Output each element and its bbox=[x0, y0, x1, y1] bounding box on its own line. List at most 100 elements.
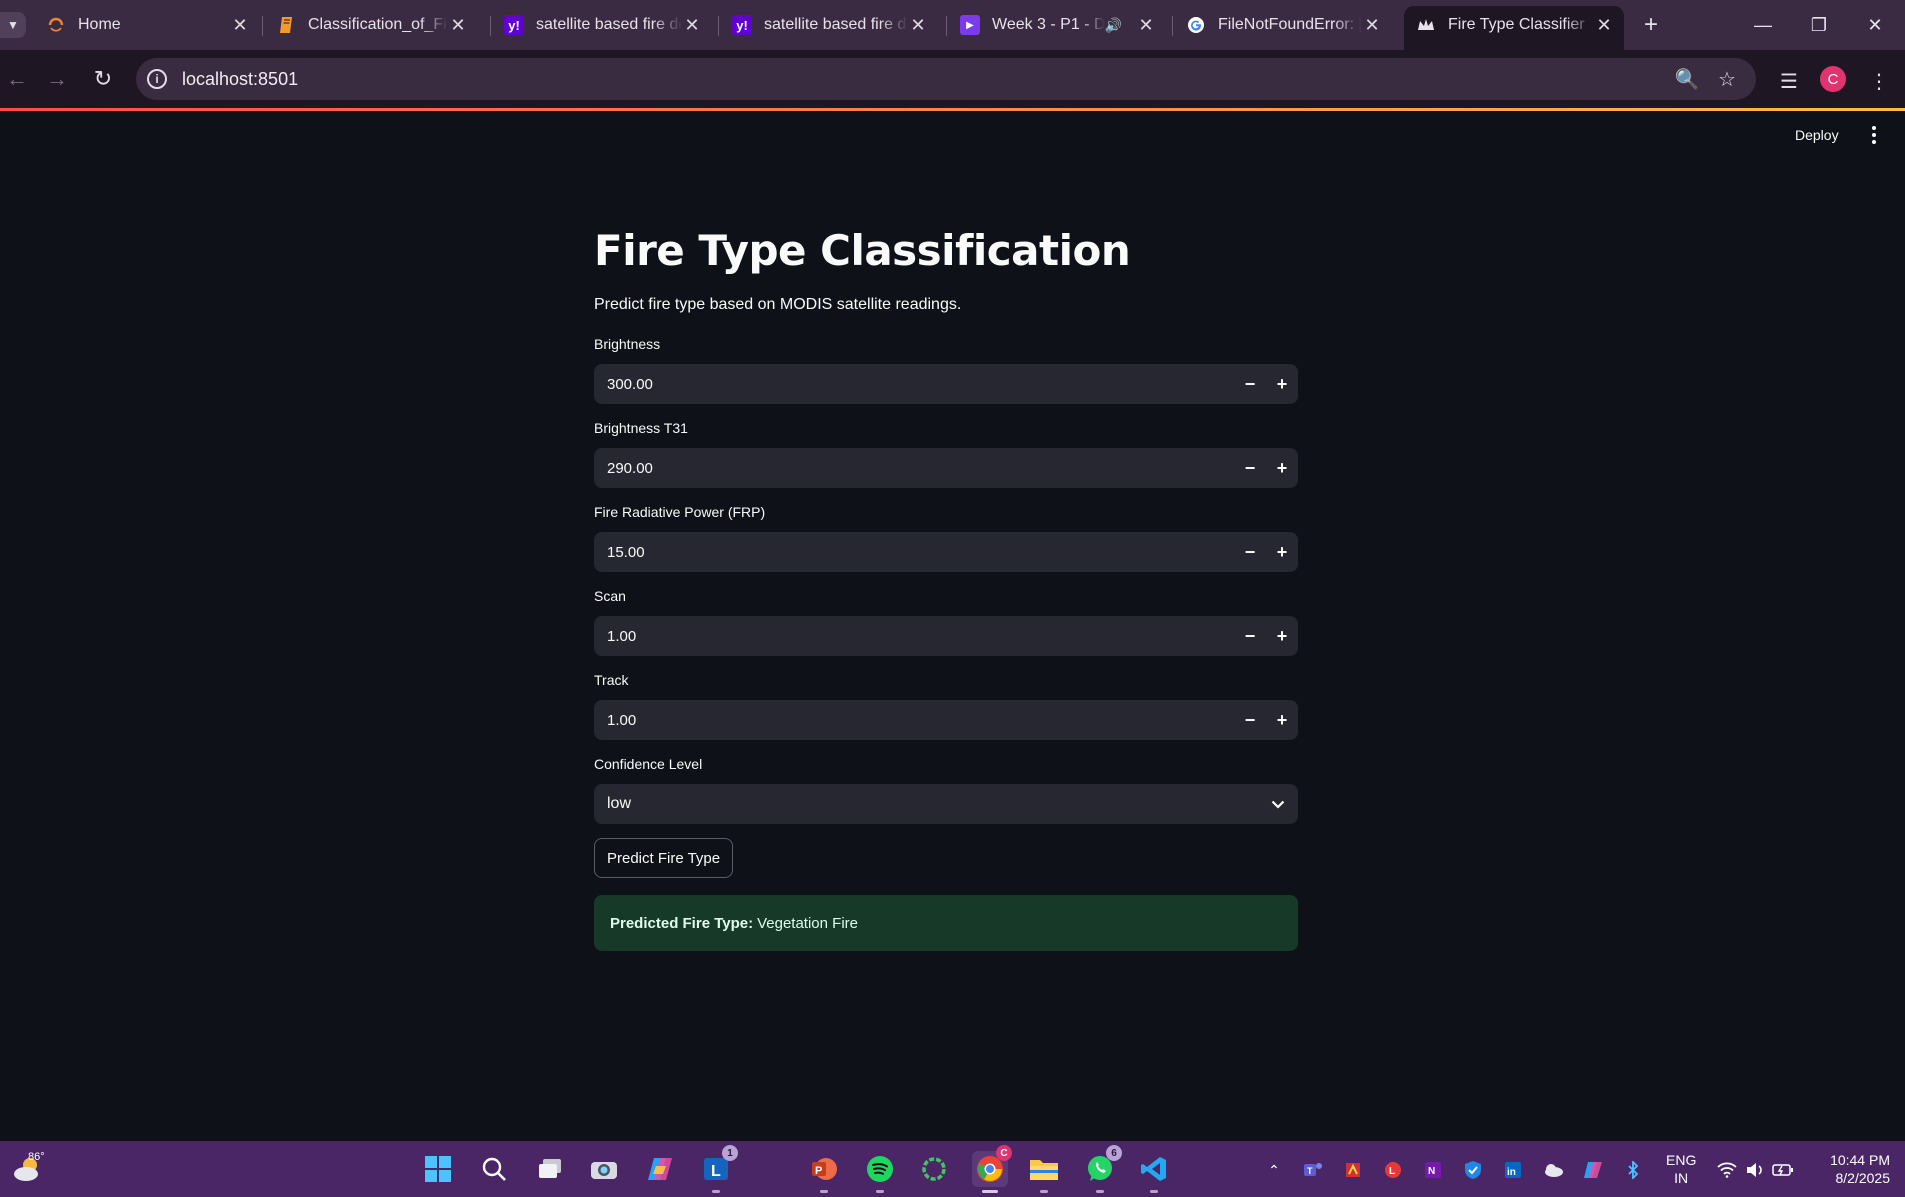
minimize-button[interactable]: — bbox=[1738, 6, 1788, 44]
spotify-app[interactable] bbox=[862, 1151, 898, 1193]
increment-button[interactable]: + bbox=[1266, 364, 1298, 404]
field-label: Brightness T31 bbox=[594, 420, 688, 436]
track-field: Track 1.00 − + bbox=[594, 672, 1298, 740]
lastpass-icon[interactable]: L bbox=[1382, 1159, 1404, 1181]
defender-shield-icon[interactable] bbox=[1462, 1159, 1484, 1181]
chevron-down-icon[interactable] bbox=[1258, 800, 1298, 809]
powerpoint-app[interactable]: P bbox=[806, 1151, 842, 1193]
profile-avatar[interactable]: C bbox=[1820, 66, 1846, 92]
system-clock[interactable]: 10:44 PM 8/2/2025 bbox=[1810, 1151, 1890, 1187]
tab-week3-video[interactable]: ▶ Week 3 - P1 - Deploy 🔊 ✕ bbox=[948, 6, 1166, 44]
streamlit-crown-icon bbox=[1416, 15, 1436, 35]
close-icon[interactable]: ✕ bbox=[230, 15, 250, 36]
close-icon[interactable]: ✕ bbox=[682, 15, 702, 36]
brightness-t31-field: Brightness T31 290.00 − + bbox=[594, 420, 1298, 488]
new-tab-button[interactable]: + bbox=[1636, 10, 1666, 40]
browser-menu-icon[interactable]: ⋮ bbox=[1864, 66, 1894, 96]
close-icon[interactable]: ✕ bbox=[1594, 15, 1614, 36]
outlook-app[interactable]: L 1 bbox=[698, 1145, 738, 1193]
weather-widget[interactable]: 86° bbox=[10, 1151, 50, 1187]
volume-icon[interactable] bbox=[1744, 1159, 1766, 1181]
increment-button[interactable]: + bbox=[1266, 700, 1298, 740]
field-label: Brightness bbox=[594, 336, 661, 352]
input-language-indicator[interactable]: ENG IN bbox=[1666, 1151, 1696, 1187]
input-value[interactable]: 15.00 bbox=[594, 544, 1234, 561]
main-menu-icon[interactable] bbox=[1866, 123, 1882, 147]
tab-yahoo-search-2[interactable]: y! satellite based fire detection ✕ bbox=[720, 6, 938, 44]
notification-badge: 6 bbox=[1106, 1145, 1122, 1161]
onenote-icon[interactable]: N bbox=[1422, 1159, 1444, 1181]
speaker-icon[interactable]: 🔊 bbox=[1105, 17, 1122, 34]
deploy-button[interactable]: Deploy bbox=[1795, 127, 1839, 143]
tab-search-button[interactable]: ▼ bbox=[0, 12, 26, 38]
search-button[interactable] bbox=[476, 1151, 512, 1187]
input-value[interactable]: 290.00 bbox=[594, 460, 1234, 477]
brightness-t31-input[interactable]: 290.00 − + bbox=[594, 448, 1298, 488]
address-bar[interactable]: i localhost:8501 🔍 ☆ bbox=[136, 58, 1756, 100]
site-info-button[interactable]: i bbox=[136, 58, 178, 100]
tab-home[interactable]: Home ✕ bbox=[34, 6, 260, 44]
forward-button[interactable]: → bbox=[40, 62, 74, 96]
camera-app[interactable] bbox=[586, 1151, 622, 1187]
linkedin-icon[interactable]: in bbox=[1502, 1159, 1524, 1181]
tab-fire-type-classifier[interactable]: Fire Type Classifier ✕ bbox=[1404, 6, 1624, 50]
whatsapp-app[interactable]: 6 bbox=[1082, 1145, 1122, 1193]
tab-notebook[interactable]: Classification_of_Fire_Types ✕ bbox=[264, 6, 478, 44]
close-icon[interactable]: ✕ bbox=[448, 15, 468, 36]
decrement-button[interactable]: − bbox=[1234, 616, 1266, 656]
copilot-tray-icon[interactable] bbox=[1582, 1159, 1604, 1181]
reload-button[interactable]: ↻ bbox=[86, 62, 120, 96]
decrement-button[interactable]: − bbox=[1234, 700, 1266, 740]
input-value[interactable]: 300.00 bbox=[594, 376, 1234, 393]
url-text[interactable]: localhost:8501 bbox=[182, 69, 298, 90]
chevron-up-icon[interactable]: ⌃ bbox=[1263, 1159, 1285, 1181]
close-icon[interactable]: ✕ bbox=[1136, 15, 1156, 36]
close-icon[interactable]: ✕ bbox=[1362, 15, 1382, 36]
input-value[interactable]: 1.00 bbox=[594, 712, 1234, 729]
back-button[interactable]: ← bbox=[0, 62, 34, 96]
decrement-button[interactable]: − bbox=[1234, 448, 1266, 488]
teams-icon[interactable]: T bbox=[1302, 1159, 1324, 1181]
increment-button[interactable]: + bbox=[1266, 616, 1298, 656]
close-window-button[interactable]: ✕ bbox=[1850, 6, 1900, 44]
copilot-app[interactable] bbox=[642, 1151, 678, 1187]
arrow-right-icon: → bbox=[46, 66, 68, 91]
select-value[interactable]: low bbox=[594, 795, 1258, 813]
svg-text:in: in bbox=[1507, 1167, 1516, 1178]
brightness-input[interactable]: 300.00 − + bbox=[594, 364, 1298, 404]
wifi-icon[interactable] bbox=[1716, 1159, 1738, 1181]
chrome-app[interactable]: C bbox=[972, 1145, 1012, 1193]
windows-icon bbox=[425, 1156, 451, 1182]
browser-tab-bar: ▼ Home ✕ Classification_of_Fire_Types ✕ … bbox=[0, 0, 1905, 50]
zoom-icon[interactable]: 🔍 bbox=[1672, 66, 1702, 92]
tab-yahoo-search-1[interactable]: y! satellite based fire detection ✕ bbox=[492, 6, 712, 44]
close-icon[interactable]: ✕ bbox=[908, 15, 928, 36]
media-control-icon[interactable]: ☰ bbox=[1774, 66, 1804, 96]
task-view-button[interactable] bbox=[532, 1151, 568, 1187]
input-value[interactable]: 1.00 bbox=[594, 628, 1234, 645]
frp-input[interactable]: 15.00 − + bbox=[594, 532, 1298, 572]
file-explorer-app[interactable] bbox=[1026, 1151, 1062, 1193]
start-button[interactable] bbox=[420, 1151, 456, 1187]
vscode-icon bbox=[1141, 1157, 1166, 1181]
battery-icon[interactable] bbox=[1772, 1159, 1794, 1181]
svg-text:L: L bbox=[711, 1163, 721, 1180]
vscode-app[interactable] bbox=[1136, 1151, 1172, 1193]
page-subtitle: Predict fire type based on MODIS satelli… bbox=[594, 296, 962, 313]
bookmark-star-icon[interactable]: ☆ bbox=[1712, 66, 1742, 92]
confidence-select[interactable]: low bbox=[594, 784, 1298, 824]
increment-button[interactable]: + bbox=[1266, 532, 1298, 572]
bluetooth-icon[interactable] bbox=[1622, 1159, 1644, 1181]
loading-app[interactable] bbox=[916, 1151, 952, 1187]
antivirus-icon[interactable] bbox=[1342, 1159, 1364, 1181]
onedrive-cloud-icon[interactable] bbox=[1542, 1159, 1564, 1181]
decrement-button[interactable]: − bbox=[1234, 532, 1266, 572]
restore-button[interactable]: ❐ bbox=[1794, 6, 1844, 44]
tab-google-error[interactable]: FileNotFoundError: [Errno 2] ✕ bbox=[1174, 6, 1392, 44]
scan-input[interactable]: 1.00 − + bbox=[594, 616, 1298, 656]
decrement-button[interactable]: − bbox=[1234, 364, 1266, 404]
track-input[interactable]: 1.00 − + bbox=[594, 700, 1298, 740]
main-content: Fire Type Classification Predict fire ty… bbox=[594, 226, 1298, 951]
predict-button[interactable]: Predict Fire Type bbox=[594, 838, 734, 878]
increment-button[interactable]: + bbox=[1266, 448, 1298, 488]
